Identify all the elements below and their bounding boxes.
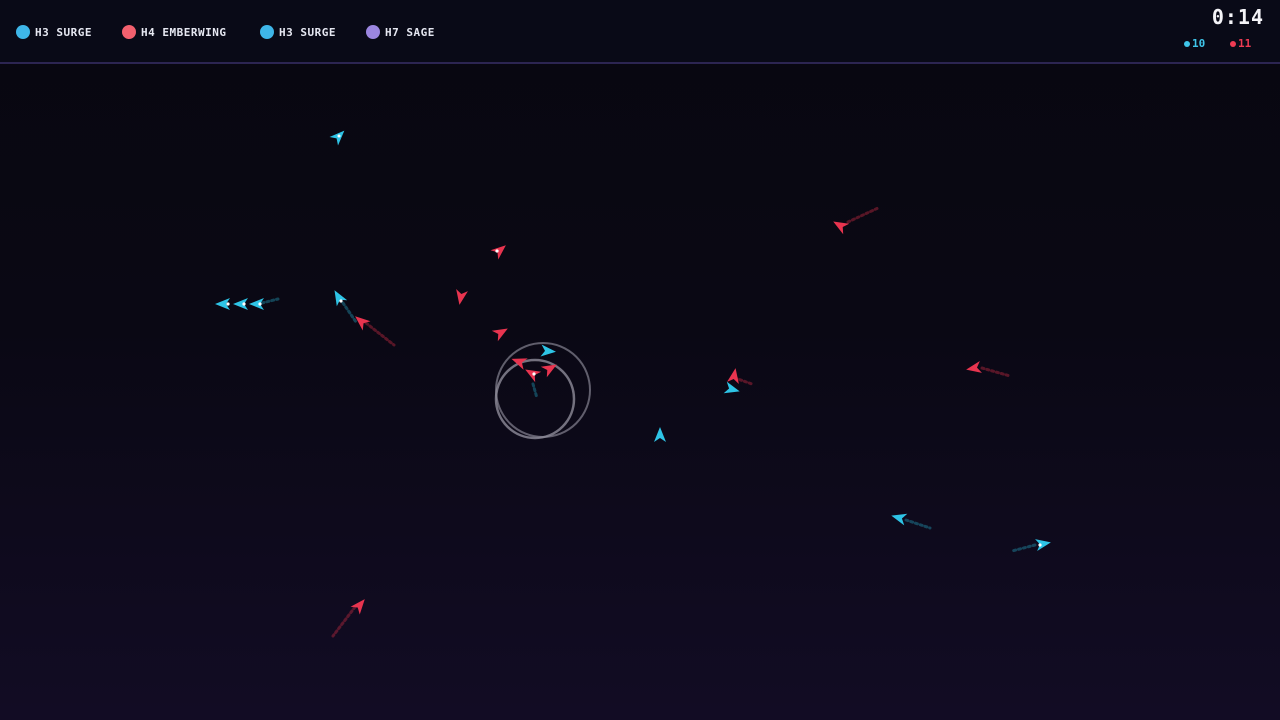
red-ship: [522, 364, 542, 383]
cyan-ship: [233, 298, 248, 310]
battle-arena[interactable]: [0, 0, 1280, 720]
cyan-ship-trail: [904, 518, 932, 530]
red-ship: [965, 361, 982, 376]
ship-glints: [226, 134, 1042, 547]
red-ship: [453, 289, 468, 306]
cyan-ship: [654, 427, 666, 442]
red-ship: [491, 323, 511, 342]
target-ring-outer: [495, 342, 591, 438]
ship-trails: [260, 206, 1037, 638]
red-ship: [490, 240, 510, 260]
red-ship-trail: [364, 321, 396, 347]
target-rings: [494, 342, 591, 440]
red-ship-trail: [846, 206, 880, 224]
cyan-ship-trail: [260, 297, 280, 305]
cyan-ship-trail: [531, 382, 539, 400]
red-ship-trail: [331, 605, 357, 638]
red-ship-trail: [980, 366, 1012, 378]
cyan-ship: [889, 509, 908, 526]
red-ship: [350, 595, 370, 615]
red-team-ships: [350, 216, 982, 615]
cyan-team-ships: [215, 126, 1052, 551]
red-ship: [830, 216, 850, 235]
cyan-ship-trail: [1010, 543, 1037, 553]
game-stage[interactable]: H3 SURGE H4 EMBERWING H3 SURGE H7 SAGE 0…: [0, 0, 1280, 720]
cyan-ship: [1035, 536, 1052, 551]
red-ship: [727, 367, 742, 384]
cyan-ship-trail: [341, 301, 358, 324]
cyan-ship: [723, 381, 742, 398]
cyan-ship: [540, 344, 557, 358]
